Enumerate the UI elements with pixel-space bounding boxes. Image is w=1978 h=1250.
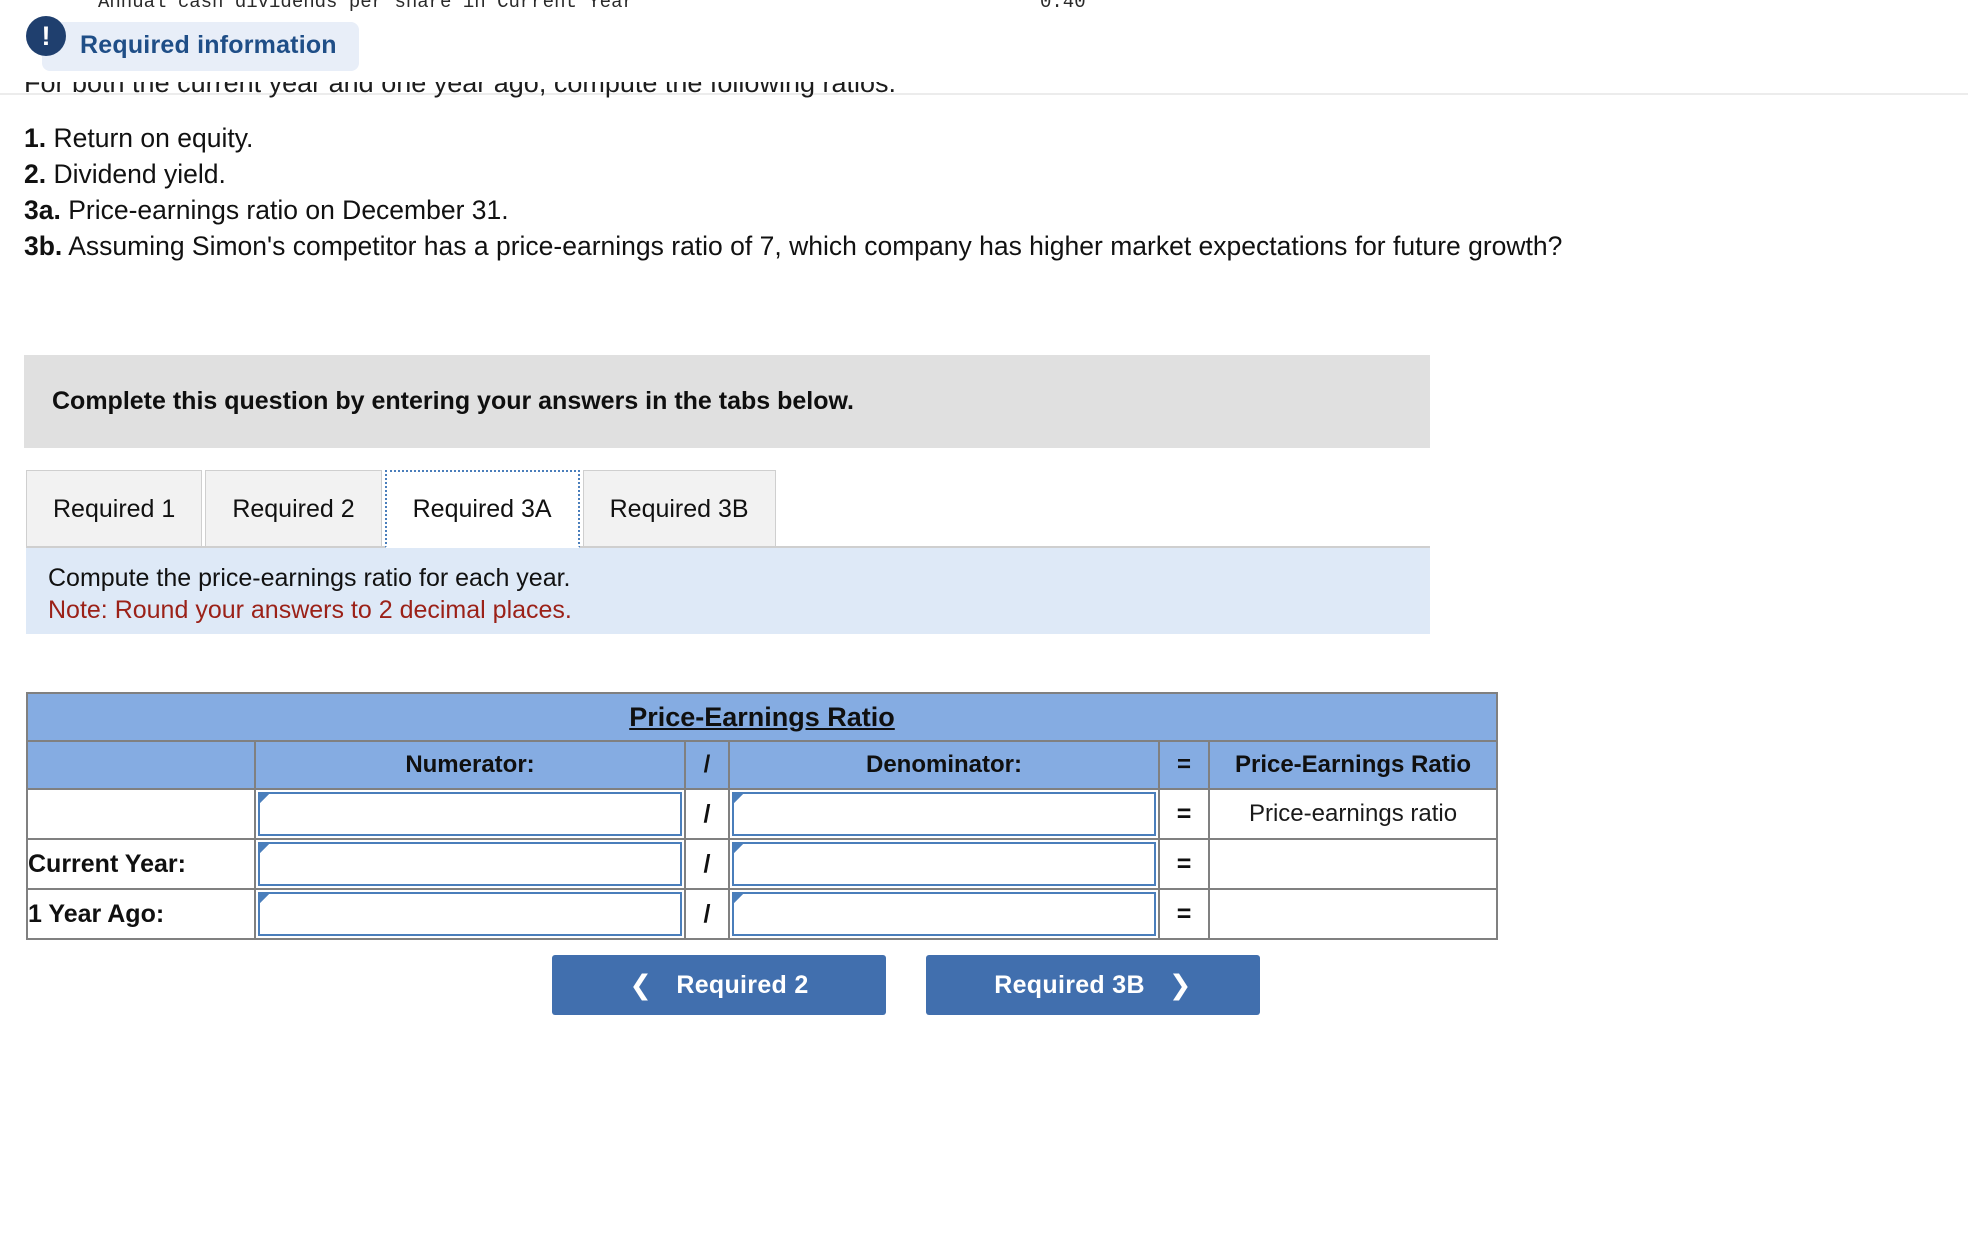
- task-instruction-text: Compute the price-earnings ratio for eac…: [48, 564, 571, 592]
- requirement-item-2: 2. Dividend yield.: [24, 156, 1924, 192]
- clipped-top-label: Annual cash dividends per share in Curre…: [98, 0, 634, 13]
- intro-sentence-text: For both the current year and one year a…: [24, 82, 897, 98]
- tab-required-2[interactable]: Required 2: [205, 470, 382, 548]
- denominator-input-current-year[interactable]: [732, 842, 1156, 886]
- row-label-one-year-ago: 1 Year Ago:: [26, 888, 256, 940]
- requirement-text-3b: Assuming Simon's competitor has a price-…: [68, 231, 1563, 261]
- numerator-cell-formula: [254, 788, 686, 840]
- result-formula: Price-earnings ratio: [1208, 788, 1498, 840]
- cell-corner-marker-icon: [734, 894, 743, 903]
- cell-corner-marker-icon: [734, 794, 743, 803]
- result-one-year-ago: [1208, 888, 1498, 940]
- intro-sentence: For both the current year and one year a…: [24, 82, 1724, 102]
- clipped-top-row: Annual cash dividends per share in Curre…: [0, 0, 1978, 13]
- clipped-top-value: 0.40: [1040, 0, 1086, 13]
- slash-one-year-ago: /: [684, 888, 730, 940]
- requirement-number-3a: 3a.: [24, 195, 61, 225]
- navigation-buttons: ❮ Required 2 Required 3B ❯: [552, 955, 1260, 1015]
- task-rounding-note: Note: Round your answers to 2 decimal pl…: [48, 596, 572, 624]
- column-header-denominator: Denominator:: [728, 740, 1160, 790]
- requirement-number-3b: 3b.: [24, 231, 63, 261]
- cell-corner-marker-icon: [260, 794, 269, 803]
- row-label-current-year: Current Year:: [26, 838, 256, 890]
- result-current-year: [1208, 838, 1498, 890]
- tab-required-1[interactable]: Required 1: [26, 470, 203, 548]
- required-information-label: Required information: [42, 22, 359, 71]
- column-header-numerator: Numerator:: [254, 740, 686, 790]
- equals-formula: =: [1158, 788, 1210, 840]
- table-row: Current Year: / =: [26, 838, 1498, 890]
- complete-question-banner: Complete this question by entering your …: [24, 355, 1430, 448]
- numerator-input-current-year[interactable]: [258, 842, 682, 886]
- chevron-left-icon: ❮: [629, 969, 653, 1000]
- requirement-tabs: Required 1 Required 2 Required 3A Requir…: [26, 470, 779, 548]
- table-row: / = Price-earnings ratio: [26, 788, 1498, 840]
- tab-required-2-label: Required 2: [232, 495, 355, 523]
- task-instruction-panel: Compute the price-earnings ratio for eac…: [26, 548, 1430, 634]
- slash-current-year: /: [684, 838, 730, 890]
- numerator-input-one-year-ago[interactable]: [258, 892, 682, 936]
- exclamation-icon: !: [26, 16, 66, 56]
- price-earnings-ratio-table: Price-Earnings Ratio Numerator: / Denomi…: [26, 692, 1498, 940]
- cell-corner-marker-icon: [734, 844, 743, 853]
- tab-required-3a-label: Required 3A: [412, 494, 552, 523]
- chevron-right-icon: ❯: [1168, 969, 1192, 1000]
- requirement-item-3a: 3a. Price-earnings ratio on December 31.: [24, 192, 1924, 228]
- complete-question-text: Complete this question by entering your …: [52, 387, 854, 415]
- equals-one-year-ago: =: [1158, 888, 1210, 940]
- requirement-text-1: Return on equity.: [53, 123, 254, 153]
- equals-current-year: =: [1158, 838, 1210, 890]
- numerator-input-formula[interactable]: [258, 792, 682, 836]
- slash-formula: /: [684, 788, 730, 840]
- cell-corner-marker-icon: [260, 844, 269, 853]
- requirement-number-1: 1.: [24, 123, 47, 153]
- column-header-blank: [26, 740, 256, 790]
- tab-required-1-label: Required 1: [53, 495, 176, 523]
- table-row: 1 Year Ago: / =: [26, 888, 1498, 940]
- requirement-item-3b: 3b. Assuming Simon's competitor has a pr…: [24, 228, 1924, 264]
- denominator-input-formula[interactable]: [732, 792, 1156, 836]
- column-header-slash: /: [684, 740, 730, 790]
- numerator-cell-one-year-ago: [254, 888, 686, 940]
- column-header-result: Price-Earnings Ratio: [1208, 740, 1498, 790]
- cell-corner-marker-icon: [260, 894, 269, 903]
- table-title: Price-Earnings Ratio: [26, 692, 1498, 742]
- denominator-cell-formula: [728, 788, 1160, 840]
- denominator-cell-one-year-ago: [728, 888, 1160, 940]
- next-required-label: Required 3B: [994, 970, 1145, 999]
- numerator-cell-current-year: [254, 838, 686, 890]
- previous-required-button[interactable]: ❮ Required 2: [552, 955, 886, 1015]
- requirement-number-2: 2.: [24, 159, 47, 189]
- column-header-equals: =: [1158, 740, 1210, 790]
- requirement-item-1: 1. Return on equity.: [24, 120, 1924, 156]
- tab-required-3b-label: Required 3B: [609, 495, 749, 523]
- denominator-cell-current-year: [728, 838, 1160, 890]
- table-header-row: Numerator: / Denominator: = Price-Earnin…: [26, 740, 1498, 790]
- next-required-button[interactable]: Required 3B ❯: [926, 955, 1260, 1015]
- requirement-text-2: Dividend yield.: [53, 159, 226, 189]
- requirement-text-3a: Price-earnings ratio on December 31.: [68, 195, 509, 225]
- row-label-formula: [26, 788, 256, 840]
- previous-required-label: Required 2: [676, 970, 809, 999]
- tab-required-3a[interactable]: Required 3A: [384, 470, 580, 548]
- denominator-input-one-year-ago[interactable]: [732, 892, 1156, 936]
- table-title-row: Price-Earnings Ratio: [26, 692, 1498, 742]
- tab-required-3b[interactable]: Required 3B: [582, 470, 776, 548]
- requirements-list: 1. Return on equity. 2. Dividend yield. …: [24, 120, 1924, 264]
